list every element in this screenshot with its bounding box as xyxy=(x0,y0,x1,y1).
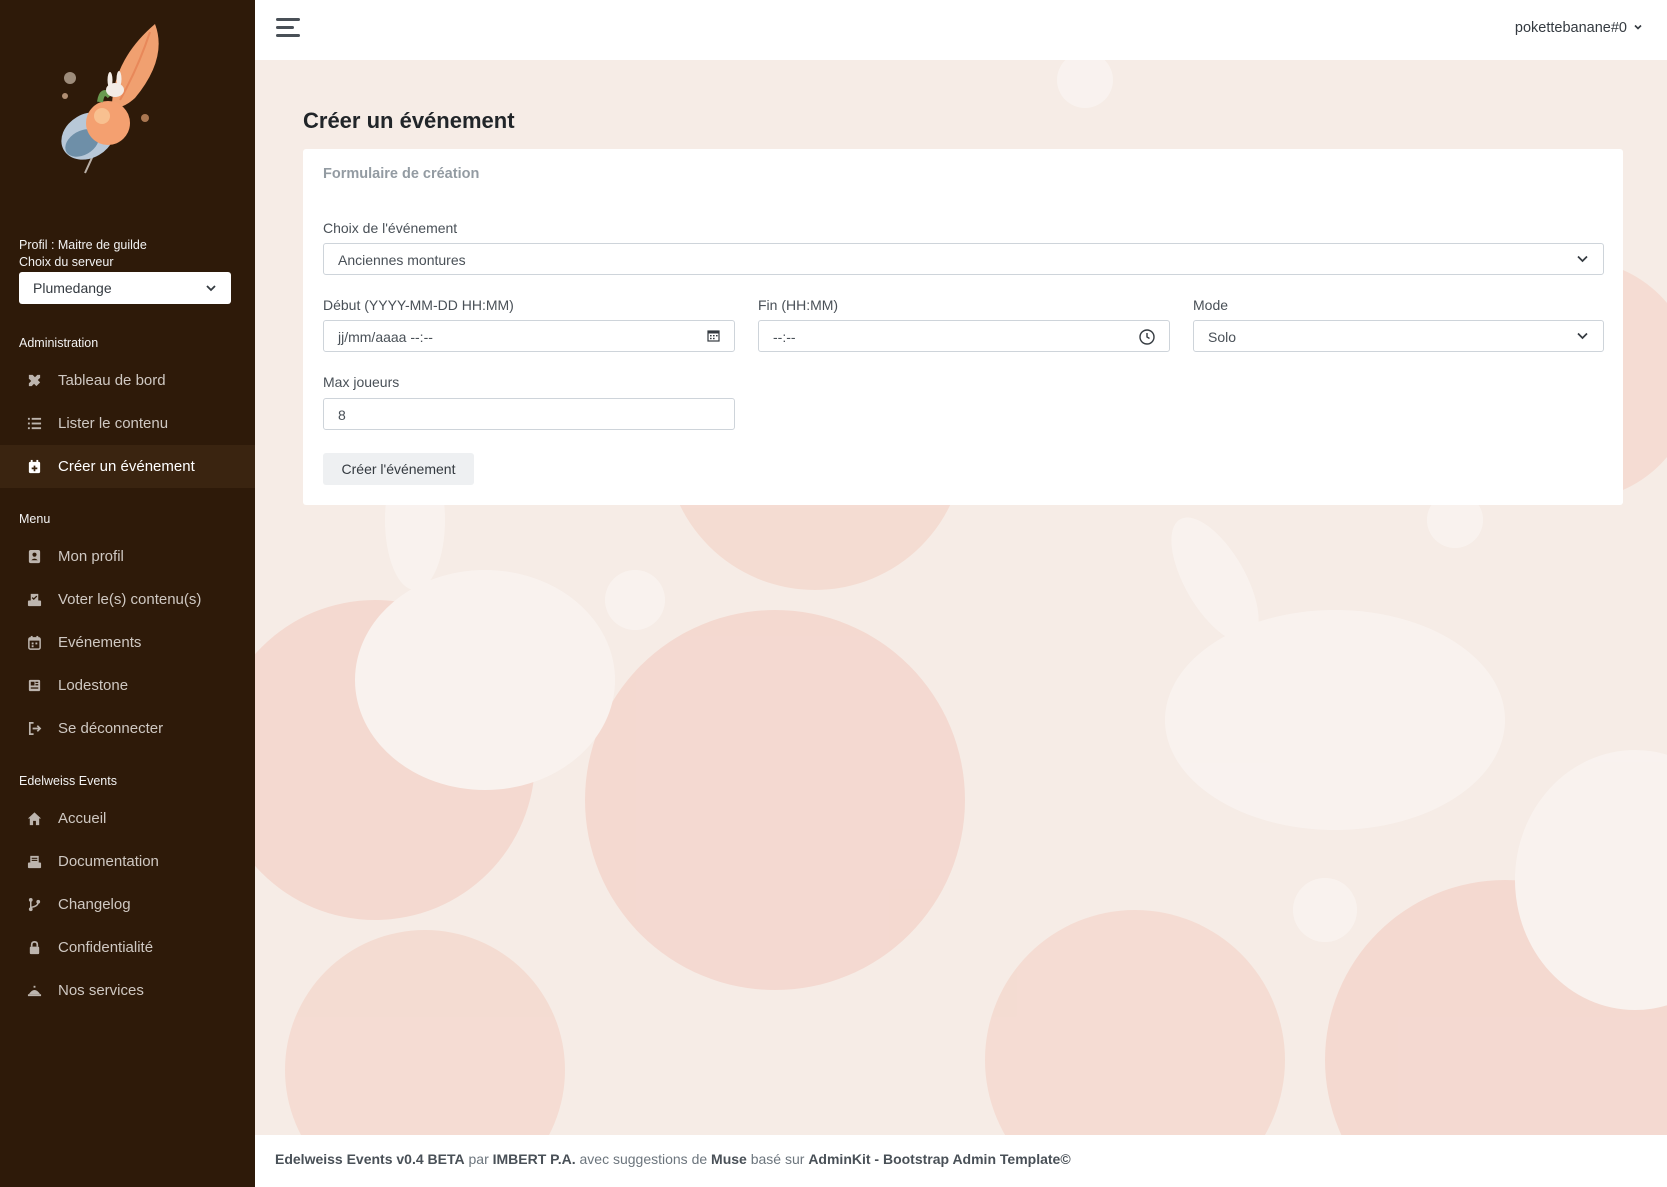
sidebar-item-label: Accueil xyxy=(58,810,107,827)
chevron-down-icon xyxy=(1576,252,1589,268)
mode-value: Solo xyxy=(1208,329,1237,345)
server-label: Choix du serveur xyxy=(19,255,114,269)
lock-icon xyxy=(24,940,44,956)
sidebar-item-dashboard[interactable]: Tableau de bord xyxy=(0,359,255,402)
start-datetime-input[interactable]: jj/mm/aaaa --:-- xyxy=(323,320,735,352)
home-icon xyxy=(24,811,44,827)
section-header-administration: Administration xyxy=(19,336,99,350)
calendar-icon xyxy=(24,635,44,651)
sidebar-item-home[interactable]: Accueil xyxy=(0,797,255,840)
sidebar: Profil : Maitre de guilde Choix du serve… xyxy=(0,0,255,1187)
section-header-menu: Menu xyxy=(19,512,51,526)
footer-text-suggest: avec suggestions de xyxy=(579,1151,708,1167)
sidebar-item-label: Tableau de bord xyxy=(58,372,166,389)
chevron-down-icon xyxy=(1633,20,1643,36)
logout-icon xyxy=(24,721,44,737)
username: pokettebanane#0 xyxy=(1514,20,1627,36)
calendar-plus-icon xyxy=(24,459,44,475)
sidebar-item-label: Se déconnecter xyxy=(58,720,164,737)
services-icon xyxy=(24,983,44,999)
page-title: Créer un événement xyxy=(303,108,515,133)
sidebar-item-logout[interactable]: Se déconnecter xyxy=(0,707,255,750)
event-choice-label: Choix de l'événement xyxy=(323,220,458,236)
footer-muse: Muse xyxy=(711,1151,747,1167)
sidebar-item-privacy[interactable]: Confidentialité xyxy=(0,926,255,969)
create-event-button[interactable]: Créer l'événement xyxy=(323,453,474,485)
list-icon xyxy=(24,416,44,432)
logo[interactable] xyxy=(40,18,170,188)
sidebar-item-label: Lodestone xyxy=(58,677,129,694)
sidebar-item-create-event[interactable]: Créer un événement xyxy=(0,445,255,488)
max-players-input[interactable]: 8 xyxy=(323,398,735,430)
tools-icon xyxy=(24,373,44,389)
sidebar-item-label: Documentation xyxy=(58,853,159,870)
sidebar-item-label: Lister le contenu xyxy=(58,415,169,432)
server-select-value: Plumedange xyxy=(33,280,112,296)
user-menu[interactable]: pokettebanane#0 xyxy=(1515,20,1643,36)
footer-text-based: basé sur xyxy=(750,1151,805,1167)
sidebar-item-my-profile[interactable]: Mon profil xyxy=(0,535,255,578)
footer-author: IMBERT P.A. xyxy=(492,1151,576,1167)
event-choice-value: Anciennes montures xyxy=(338,252,466,268)
git-icon xyxy=(24,897,44,913)
mode-label: Mode xyxy=(1193,297,1229,313)
card-title: Formulaire de création xyxy=(323,166,480,182)
section-header-edelweiss: Edelweiss Events xyxy=(19,774,117,788)
book-icon xyxy=(24,854,44,870)
start-label: Début (YYYY-MM-DD HH:MM) xyxy=(323,297,514,313)
chevron-down-icon xyxy=(205,281,217,297)
sidebar-item-label: Voter le(s) contenu(s) xyxy=(58,591,202,608)
footer-app-name: Edelweiss Events v0.4 BETA xyxy=(275,1151,465,1167)
clock-icon[interactable] xyxy=(1139,329,1155,348)
sidebar-item-services[interactable]: Nos services xyxy=(0,969,255,1012)
vote-icon xyxy=(24,592,44,608)
sidebar-item-list-content[interactable]: Lister le contenu xyxy=(0,402,255,445)
sidebar-item-label: Changelog xyxy=(58,896,131,913)
creation-form-card: Formulaire de création Choix de l'événem… xyxy=(303,149,1623,505)
sidebar-item-changelog[interactable]: Changelog xyxy=(0,883,255,926)
sidebar-item-vote[interactable]: Voter le(s) contenu(s) xyxy=(0,578,255,621)
id-card-icon xyxy=(24,549,44,565)
newspaper-icon xyxy=(24,678,44,694)
mode-select[interactable]: Solo xyxy=(1193,320,1604,352)
main-content: Créer un événement Formulaire de créatio… xyxy=(255,60,1667,1135)
chevron-down-icon xyxy=(1576,329,1589,345)
end-time-input[interactable]: --:-- xyxy=(758,320,1170,352)
topbar: pokettebanane#0 xyxy=(255,0,1667,60)
sidebar-item-lodestone[interactable]: Lodestone xyxy=(0,664,255,707)
sidebar-item-label: Confidentialité xyxy=(58,939,154,956)
end-label: Fin (HH:MM) xyxy=(758,297,839,313)
server-select[interactable]: Plumedange xyxy=(19,272,231,304)
footer-text-par: par xyxy=(468,1151,489,1167)
footer-template-link[interactable]: AdminKit - Bootstrap Admin Template© xyxy=(808,1151,1070,1167)
sidebar-item-documentation[interactable]: Documentation xyxy=(0,840,255,883)
sidebar-item-label: Nos services xyxy=(58,982,144,999)
sidebar-item-label: Créer un événement xyxy=(58,458,195,475)
calendar-icon[interactable] xyxy=(707,329,720,345)
sidebar-item-label: Mon profil xyxy=(58,548,124,565)
sidebar-item-events[interactable]: Evénements xyxy=(0,621,255,664)
max-players-label: Max joueurs xyxy=(323,374,400,390)
sidebar-item-label: Evénements xyxy=(58,634,142,651)
profile-label: Profil : Maitre de guilde xyxy=(19,238,147,252)
event-choice-select[interactable]: Anciennes montures xyxy=(323,243,1604,275)
end-placeholder: --:-- xyxy=(773,329,796,345)
max-players-value: 8 xyxy=(338,407,346,423)
start-placeholder: jj/mm/aaaa --:-- xyxy=(338,329,433,345)
hamburger-menu-icon[interactable] xyxy=(276,18,300,40)
footer: Edelweiss Events v0.4 BETA par IMBERT P.… xyxy=(255,1135,1667,1187)
